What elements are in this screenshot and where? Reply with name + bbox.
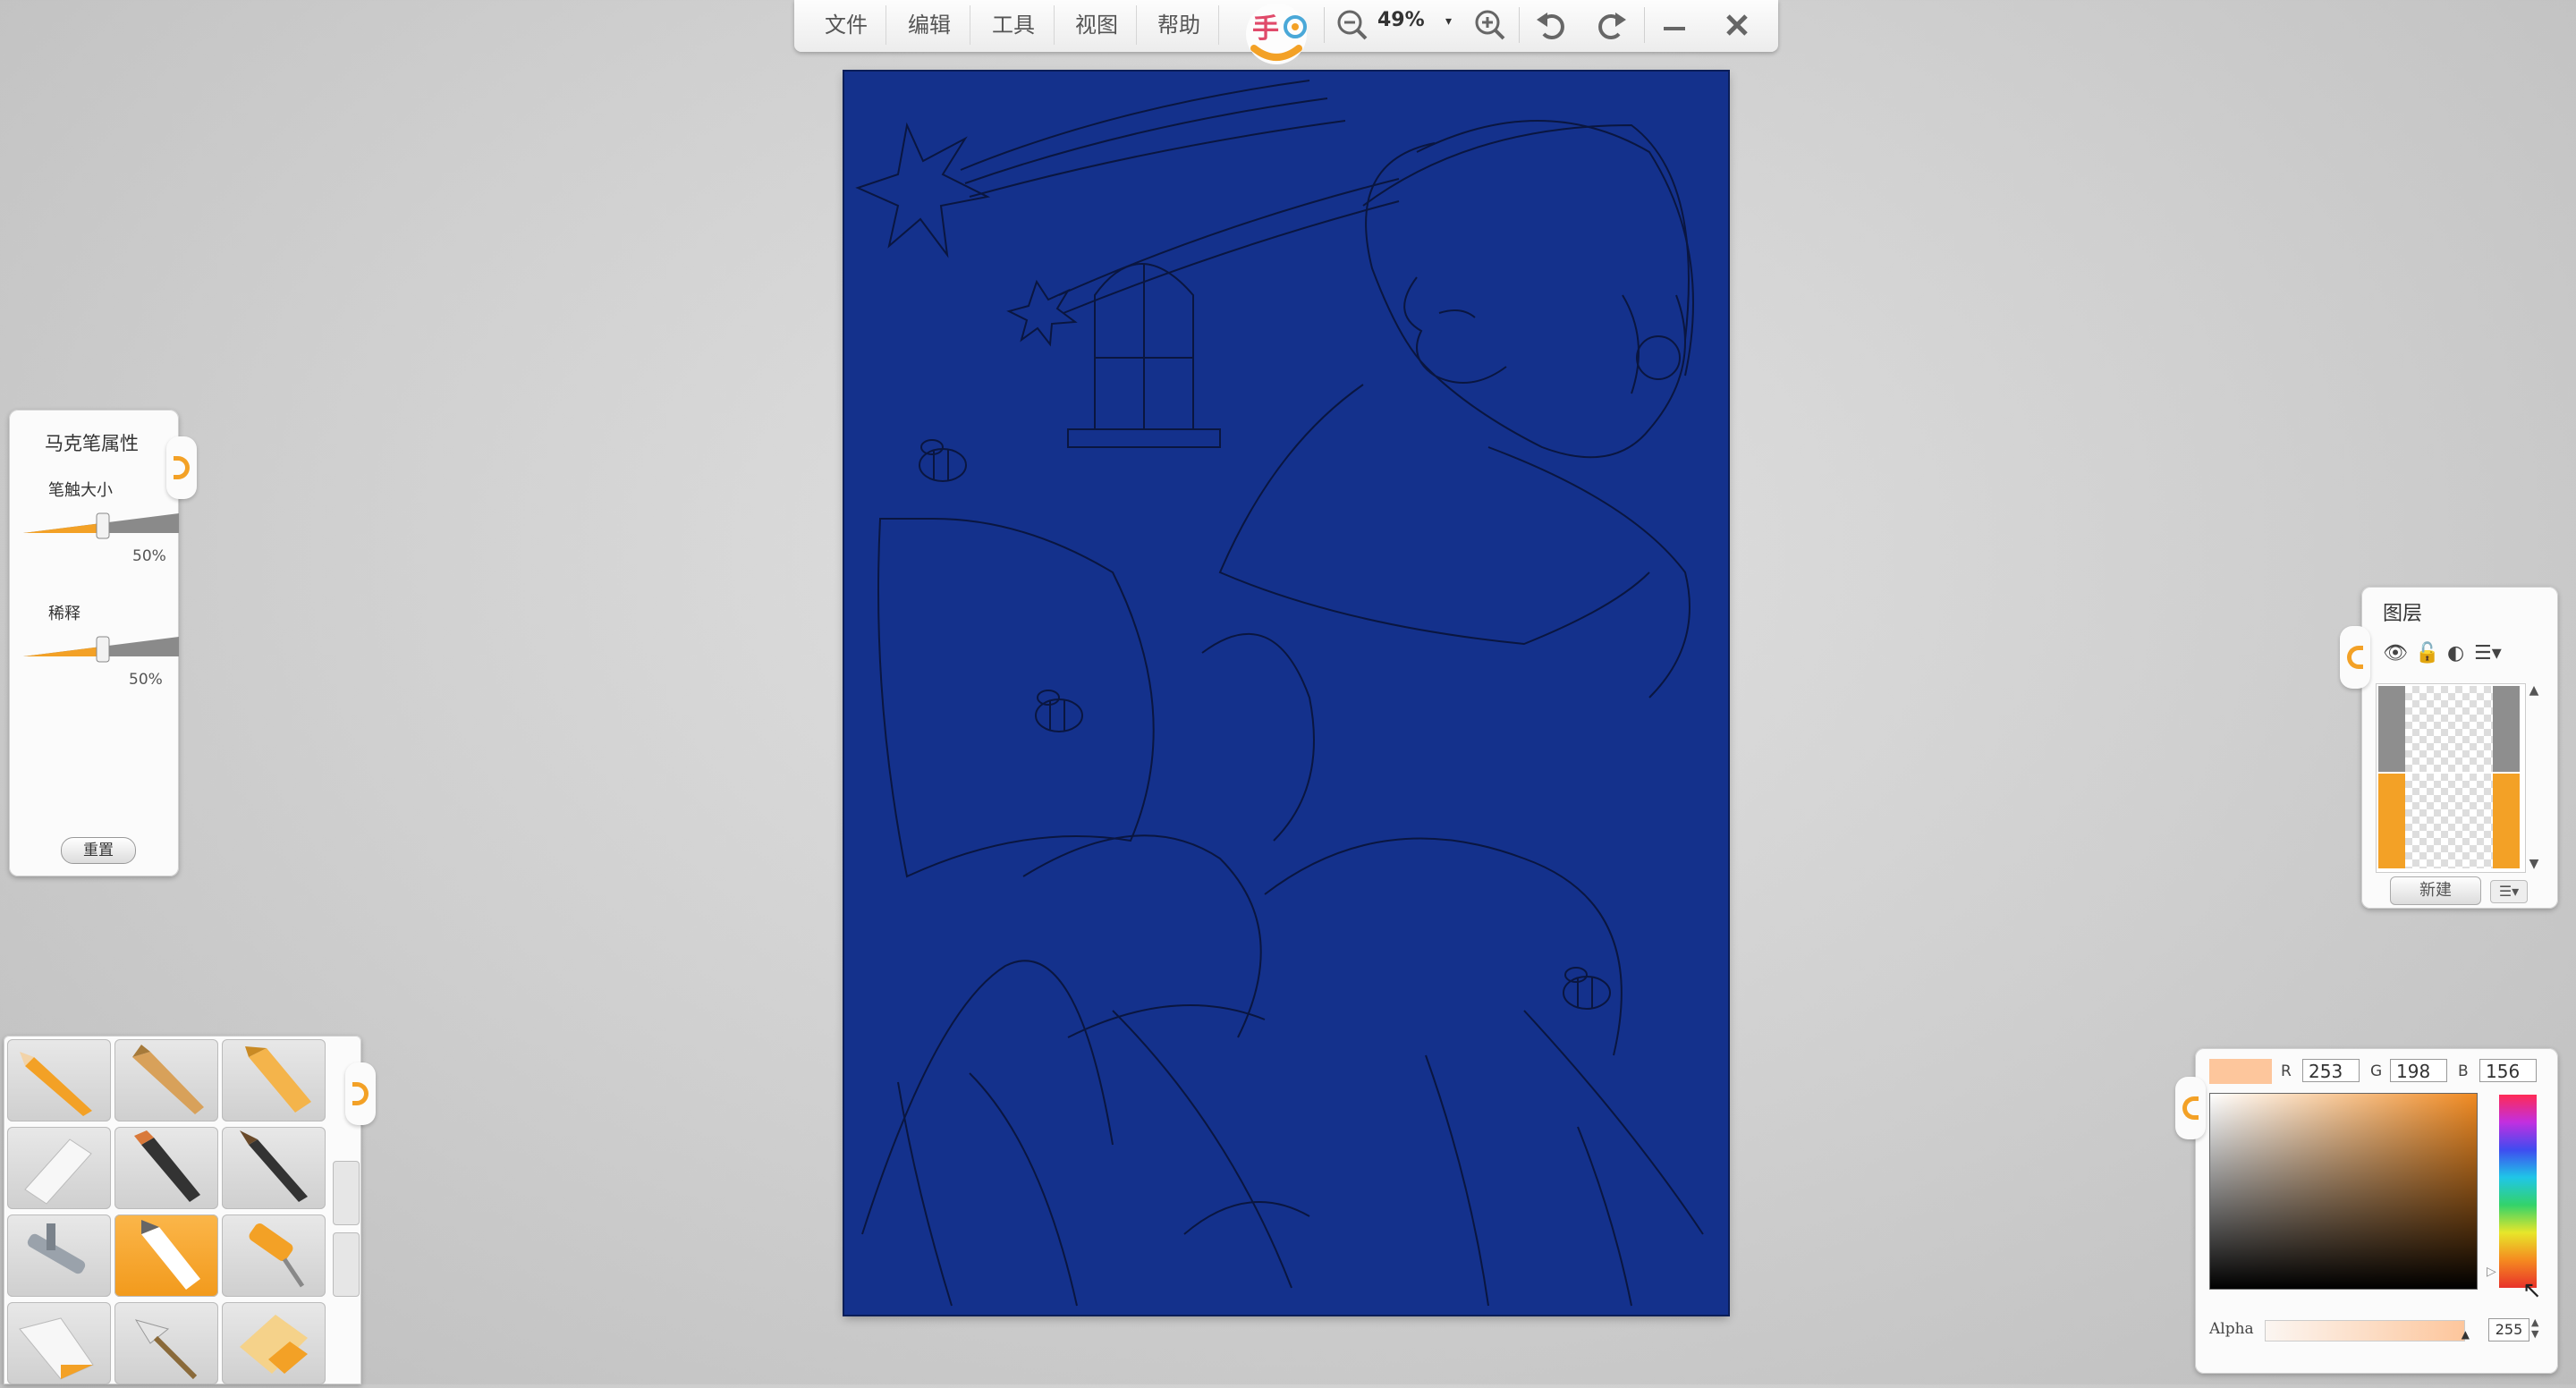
roller-icon [249, 1223, 305, 1288]
airbrush-icon [27, 1223, 86, 1274]
paint-tube-tool[interactable] [7, 1302, 111, 1384]
chalk-icon [240, 1315, 308, 1374]
tool-side-scroll[interactable] [333, 1161, 360, 1225]
r-input[interactable]: 253 [2302, 1059, 2360, 1082]
contrast-icon[interactable]: ◐ [2447, 642, 2464, 664]
marker-tool[interactable] [114, 1214, 218, 1297]
menu-help[interactable]: 帮助 [1140, 5, 1219, 45]
flat-brush-tool[interactable] [114, 1039, 218, 1121]
saturation-value-picker[interactable] [2209, 1093, 2478, 1290]
brush-panel-collapse-tab[interactable] [166, 436, 197, 499]
layer-item[interactable] [2378, 686, 2520, 772]
brush-properties-panel: 马克笔属性 笔触大小 50% 稀释 50% 重置 [9, 410, 179, 876]
svg-text:手: 手 [1252, 13, 1279, 45]
toolbar-separator [1324, 7, 1325, 43]
layer-thumbnail [2405, 686, 2493, 772]
top-toolbar: 文件 编辑 工具 视图 帮助 手 49% ▾ [794, 0, 1778, 64]
layer-scrollbar[interactable]: ▲ ▼ [2526, 683, 2542, 871]
app-logo[interactable]: 手 [1236, 2, 1317, 66]
eraser-icon [24, 1138, 92, 1205]
tool-side-scroll[interactable] [333, 1232, 360, 1297]
tool-palette-collapse-tab[interactable] [345, 1062, 376, 1125]
size-slider[interactable] [21, 504, 179, 540]
opacity-label: 稀释 [48, 605, 80, 623]
palette-knife-icon [134, 1319, 198, 1380]
zoom-out-icon[interactable] [1327, 5, 1377, 45]
eraser-tool[interactable] [7, 1127, 111, 1209]
layer-menu-icon[interactable]: ☰▾ [2474, 642, 2502, 664]
oil-brush-tool[interactable] [114, 1127, 218, 1209]
tool-palette [4, 1036, 361, 1384]
chalk-tool[interactable] [222, 1302, 326, 1384]
zoom-dropdown-icon[interactable]: ▾ [1445, 14, 1452, 29]
menu-view[interactable]: 视图 [1057, 5, 1137, 45]
alpha-label: Alpha [2209, 1320, 2254, 1338]
alpha-input[interactable]: 255 [2488, 1318, 2529, 1341]
ink-brush-icon [240, 1130, 308, 1202]
crayon-icon [245, 1046, 311, 1113]
alpha-slider[interactable]: ▲ [2265, 1320, 2470, 1341]
b-input[interactable]: 156 [2479, 1059, 2537, 1082]
palette-knife-tool[interactable] [114, 1302, 218, 1384]
layers-title: 图层 [2383, 603, 2423, 625]
minimize-icon[interactable] [1649, 5, 1699, 45]
menu-edit[interactable]: 编辑 [889, 5, 970, 45]
layer-options-icon[interactable]: ☰▾ [2490, 880, 2528, 903]
roller-tool[interactable] [222, 1214, 326, 1297]
layer-list [2376, 683, 2526, 873]
pencil-icon [20, 1052, 92, 1116]
airbrush-tool[interactable] [7, 1214, 111, 1297]
hue-marker-icon[interactable]: ▷ [2487, 1265, 2496, 1279]
drawing-canvas[interactable] [844, 72, 1728, 1315]
marker-icon [141, 1220, 200, 1290]
zoom-in-icon[interactable] [1465, 5, 1515, 45]
zoom-level[interactable]: 49% [1377, 9, 1449, 31]
menu-file[interactable]: 文件 [807, 5, 886, 45]
size-value: 50% [132, 547, 166, 565]
scroll-up-icon[interactable]: ▲ [2526, 683, 2542, 698]
layer-item-selected[interactable] [2378, 774, 2520, 868]
size-label: 笔触大小 [48, 481, 113, 500]
undo-icon[interactable] [1526, 5, 1576, 45]
paint-tube-icon [19, 1317, 94, 1380]
layers-panel-collapse-tab[interactable] [2340, 626, 2370, 689]
line-art [855, 80, 1704, 1307]
new-layer-button[interactable]: 新建 [2390, 876, 2481, 905]
cursor-icon: ↖ [2522, 1277, 2542, 1304]
reset-button[interactable]: 重置 [61, 837, 136, 864]
toolbar-separator [1644, 7, 1645, 43]
crayon-tool[interactable] [222, 1039, 326, 1121]
color-panel-collapse-tab[interactable] [2175, 1077, 2206, 1139]
g-label: G [2370, 1062, 2383, 1080]
hue-slider[interactable] [2499, 1095, 2537, 1288]
ink-brush-tool[interactable] [222, 1127, 326, 1209]
g-input[interactable]: 198 [2390, 1059, 2447, 1082]
redo-icon[interactable] [1587, 5, 1637, 45]
r-label: R [2281, 1062, 2292, 1080]
b-label: B [2458, 1062, 2469, 1080]
layer-thumbnail [2405, 774, 2493, 868]
close-icon[interactable] [1712, 5, 1762, 45]
panel-title: 马克笔属性 [45, 433, 139, 454]
oil-brush-icon [134, 1130, 200, 1202]
menu-tools[interactable]: 工具 [973, 5, 1055, 45]
opacity-slider[interactable] [21, 628, 179, 664]
current-color-swatch[interactable] [2209, 1059, 2272, 1084]
toolbar-separator [1519, 7, 1520, 43]
alpha-stepper-icon[interactable]: ▲ ▼ [2531, 1316, 2538, 1340]
pencil-tool[interactable] [7, 1039, 111, 1121]
flat-brush-icon [132, 1045, 204, 1114]
alpha-marker-icon[interactable]: ▲ [2462, 1328, 2470, 1341]
scroll-down-icon[interactable]: ▼ [2526, 857, 2542, 871]
opacity-value: 50% [129, 671, 163, 689]
eye-icon[interactable]: 👁 [2383, 642, 2408, 664]
lock-icon[interactable]: 🔓 [2415, 642, 2439, 664]
